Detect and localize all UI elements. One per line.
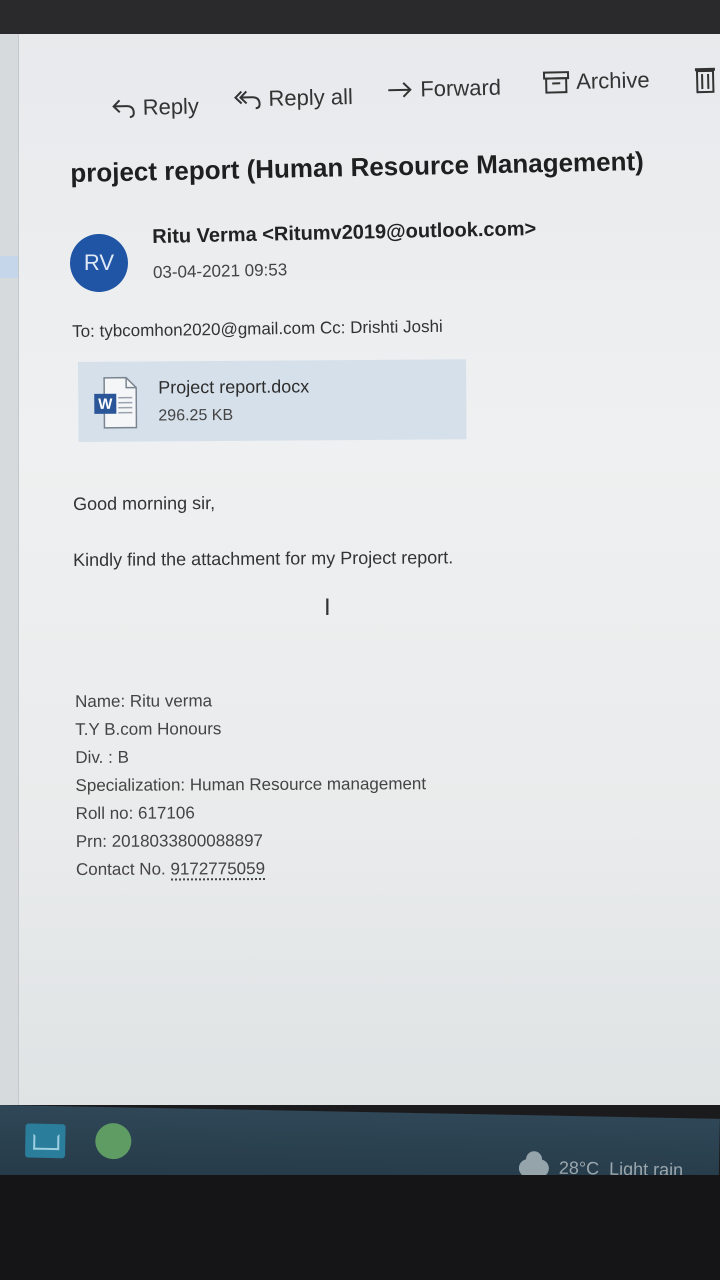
contact-phone-link[interactable]: 9172775059 <box>170 859 266 881</box>
screen-bezel-top <box>0 0 720 34</box>
reply-all-label: Reply all <box>268 84 354 111</box>
body-greeting: Good morning sir, <box>73 493 216 514</box>
selected-message-indicator <box>0 256 18 278</box>
attachment-filename: Project report.docx <box>158 376 310 398</box>
screen-bezel-bottom <box>0 1175 720 1280</box>
sender-name[interactable]: Ritu Verma <Ritumv2019@outlook.com> <box>152 218 536 249</box>
reply-all-icon <box>234 90 261 110</box>
app-circle-icon[interactable] <box>94 1122 132 1160</box>
email-subject: project report (Human Resource Managemen… <box>70 145 645 188</box>
archive-icon <box>542 71 570 94</box>
archive-button[interactable]: Archive <box>542 67 650 95</box>
signature-prn: Prn: 2018033800088897 <box>75 831 264 851</box>
forward-button[interactable]: Forward <box>386 75 501 104</box>
word-letter: W <box>98 396 113 413</box>
attachment-card[interactable]: W Project report.docx 296.25 KB <box>78 359 467 442</box>
forward-arrow-icon <box>388 82 412 98</box>
signature-contact: Contact No. 9172775059 <box>76 854 427 884</box>
signature-specialization: Specialization: Human Resource managemen… <box>75 774 427 795</box>
message-list-pane[interactable] <box>0 34 19 1105</box>
forward-label: Forward <box>420 74 502 102</box>
message-toolbar: Reply Reply all Forward Archive <box>0 64 720 124</box>
mail-app-icon[interactable] <box>24 1123 66 1159</box>
signature-name: Name: Ritu verma <box>75 691 213 711</box>
reply-icon <box>112 99 135 119</box>
word-doc-icon: W <box>94 376 138 429</box>
sender-block: Ritu Verma <Ritumv2019@outlook.com> 03-0… <box>152 218 537 283</box>
reply-all-button[interactable]: Reply all <box>232 84 353 113</box>
archive-label: Archive <box>575 67 650 94</box>
email-window: Reply Reply all Forward Archive project … <box>0 0 720 1105</box>
body-line: Kindly find the attachment for my Projec… <box>73 547 454 570</box>
text-cursor-icon: I <box>324 594 331 621</box>
recipients-line: To: tybcomhon2020@gmail.com Cc: Drishti … <box>72 316 443 341</box>
sent-datetime: 03-04-2021 09:53 <box>152 260 288 282</box>
signature-block: Name: Ritu verma T.Y B.com Honours Div. … <box>75 686 427 884</box>
sender-avatar: RV <box>70 234 128 292</box>
reply-button[interactable]: Reply <box>110 93 199 121</box>
signature-course: T.Y B.com Honours <box>75 719 222 739</box>
signature-division: Div. : B <box>75 747 129 767</box>
delete-button[interactable] <box>693 64 718 95</box>
reply-label: Reply <box>142 93 200 120</box>
attachment-size: 296.25 KB <box>158 406 234 425</box>
trash-icon <box>694 67 715 94</box>
contact-label: Contact No. <box>75 859 166 879</box>
signature-roll: Roll no: 617106 <box>75 803 195 823</box>
